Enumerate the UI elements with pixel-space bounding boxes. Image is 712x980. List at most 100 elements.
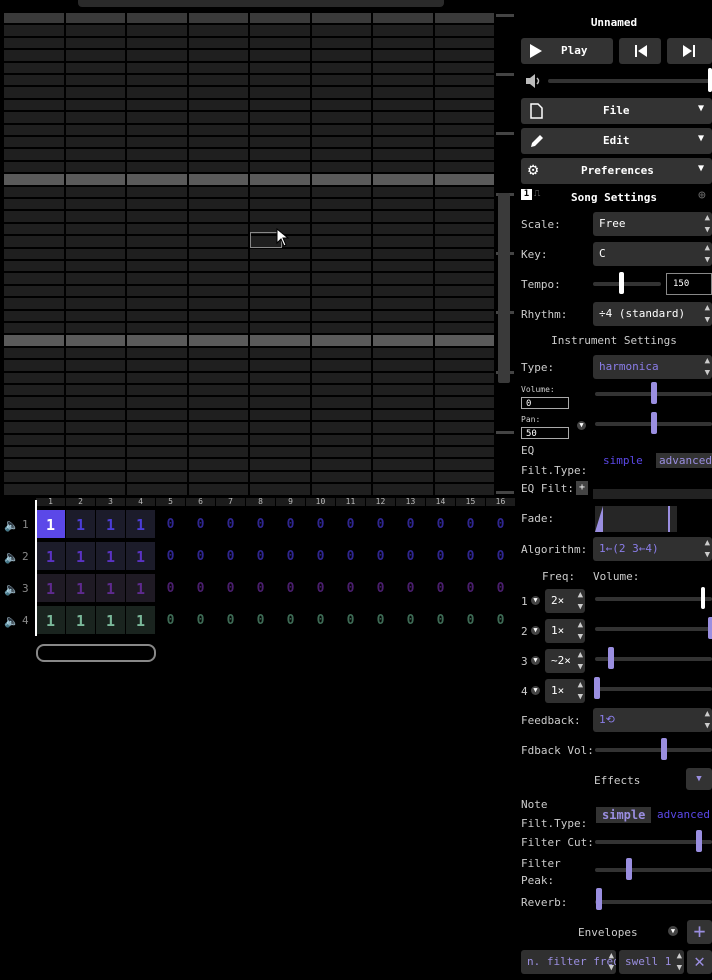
operator-freq-select[interactable]: 1× ▲ ▼ [545,679,585,703]
piano-roll-cell[interactable] [311,360,371,371]
piano-roll-cell[interactable] [4,13,64,24]
piano-roll-cell[interactable] [373,211,433,222]
piano-roll-cell[interactable] [434,248,494,259]
piano-roll-cell[interactable] [188,261,248,272]
pattern-cell[interactable]: 0 [336,574,365,602]
pattern-cell[interactable]: 0 [216,510,245,538]
piano-roll-cell[interactable] [373,459,433,470]
piano-roll-cell[interactable] [373,484,433,495]
piano-roll-cell[interactable] [250,471,310,483]
piano-roll-cell[interactable] [4,149,64,160]
piano-roll-cell[interactable] [434,149,494,160]
pattern-cell[interactable]: 0 [396,606,425,634]
piano-roll-cell[interactable] [250,211,310,222]
pattern-cell[interactable]: 0 [366,542,395,570]
piano-roll-cell[interactable] [65,323,125,334]
piano-roll-cell[interactable] [65,137,125,148]
pattern-cell[interactable]: 0 [246,510,275,538]
piano-roll-cell[interactable] [373,471,433,483]
piano-roll-cell[interactable] [188,174,248,185]
operator-volume-thumb[interactable] [701,587,705,609]
piano-roll-scrollbar[interactable] [496,13,516,494]
instrument-type-select[interactable]: harmonica ▲ ▼ [593,355,712,379]
piano-roll-cell[interactable] [65,285,125,297]
pattern-cell[interactable]: 0 [456,542,485,570]
piano-roll-cell[interactable] [373,323,433,334]
piano-roll-cell[interactable] [250,13,310,24]
piano-roll-cell[interactable] [65,360,125,371]
piano-roll-cell[interactable] [250,397,310,408]
piano-roll-cell[interactable] [311,112,371,123]
piano-roll-cell[interactable] [250,199,310,210]
piano-roll-cell[interactable] [4,298,64,309]
piano-roll-cell[interactable] [188,372,248,383]
piano-roll-cell[interactable] [127,99,187,111]
tempo-slider-thumb[interactable] [619,272,624,294]
piano-roll-cell[interactable] [250,174,310,185]
pattern-cell[interactable]: 1 [66,542,95,570]
piano-roll-cell[interactable] [188,447,248,458]
pattern-cell[interactable]: 1 [96,606,125,634]
piano-roll-cell[interactable] [250,75,310,86]
piano-roll-cell[interactable] [4,409,64,421]
piano-roll-cell[interactable] [188,248,248,259]
operator-freq-select[interactable]: 2× ▲ ▼ [545,589,585,613]
pattern-cell[interactable]: 0 [426,574,455,602]
eq-filter-preview[interactable] [593,489,712,499]
piano-roll-cell[interactable] [4,137,64,148]
piano-roll-cell[interactable] [65,75,125,86]
piano-roll-cell[interactable] [127,347,187,359]
piano-roll-cell[interactable] [373,298,433,309]
piano-roll-cell[interactable] [434,434,494,445]
piano-roll-cell[interactable] [65,397,125,408]
previous-bar-button[interactable] [619,38,661,64]
piano-roll-cell[interactable] [250,25,310,36]
pattern-cell[interactable]: 1 [96,574,125,602]
pattern-cell[interactable]: 1 [66,574,95,602]
piano-roll-cell[interactable] [434,459,494,470]
pattern-editor[interactable]: 1 2 3 4 5 6 7 8 9 10 11 12 13 14 15 16 🔈 1 1 1 1 1 0 0 0 0 0 0 0 0 0 0 0… [0,498,516,638]
piano-roll-cell[interactable] [373,124,433,135]
piano-roll-cell[interactable] [65,99,125,111]
piano-roll-cell[interactable] [4,310,64,321]
pattern-cell[interactable]: 0 [426,606,455,634]
piano-roll-cell[interactable] [65,409,125,421]
tempo-input[interactable]: 150 [666,273,712,295]
piano-roll-cell[interactable] [188,149,248,160]
piano-roll-cell[interactable] [127,137,187,148]
feedback-select[interactable]: 1⟲ ▲ ▼ [593,708,712,732]
piano-roll-cell[interactable] [65,459,125,470]
piano-roll-cell[interactable] [188,161,248,173]
piano-roll-cell[interactable] [127,236,187,247]
filter-peak-thumb[interactable] [626,858,632,880]
pattern-cell[interactable]: 0 [306,606,335,634]
piano-roll-cell[interactable] [311,273,371,284]
piano-roll-cell[interactable] [127,397,187,408]
piano-roll-cell[interactable] [434,62,494,73]
pattern-cell[interactable]: 0 [396,574,425,602]
pattern-cell[interactable]: 0 [246,574,275,602]
pattern-cell[interactable]: 0 [186,510,215,538]
piano-roll-cell[interactable] [434,75,494,86]
operator-volume-slider[interactable] [595,627,712,631]
piano-roll-cell[interactable] [4,50,64,61]
piano-roll-cell[interactable] [65,37,125,49]
pattern-cell[interactable]: 0 [216,542,245,570]
piano-roll-cell[interactable] [250,323,310,334]
piano-roll-cell[interactable] [434,298,494,309]
pattern-cell[interactable]: 1 [126,606,155,634]
piano-roll-cell[interactable] [65,174,125,185]
piano-roll-cell[interactable] [127,298,187,309]
pattern-cell[interactable]: 0 [216,574,245,602]
pattern-cell[interactable]: 0 [336,510,365,538]
piano-roll-cell[interactable] [434,87,494,98]
piano-roll-cell[interactable] [127,434,187,445]
mute-icon[interactable]: 🔈 [4,518,20,532]
piano-roll-cell[interactable] [311,161,371,173]
piano-roll-cell[interactable] [373,149,433,160]
piano-roll-cell[interactable] [434,385,494,396]
piano-roll-cell[interactable] [434,261,494,272]
piano-roll-cell[interactable] [311,211,371,222]
piano-roll-cell[interactable] [127,186,187,197]
piano-roll-cell[interactable] [4,273,64,284]
